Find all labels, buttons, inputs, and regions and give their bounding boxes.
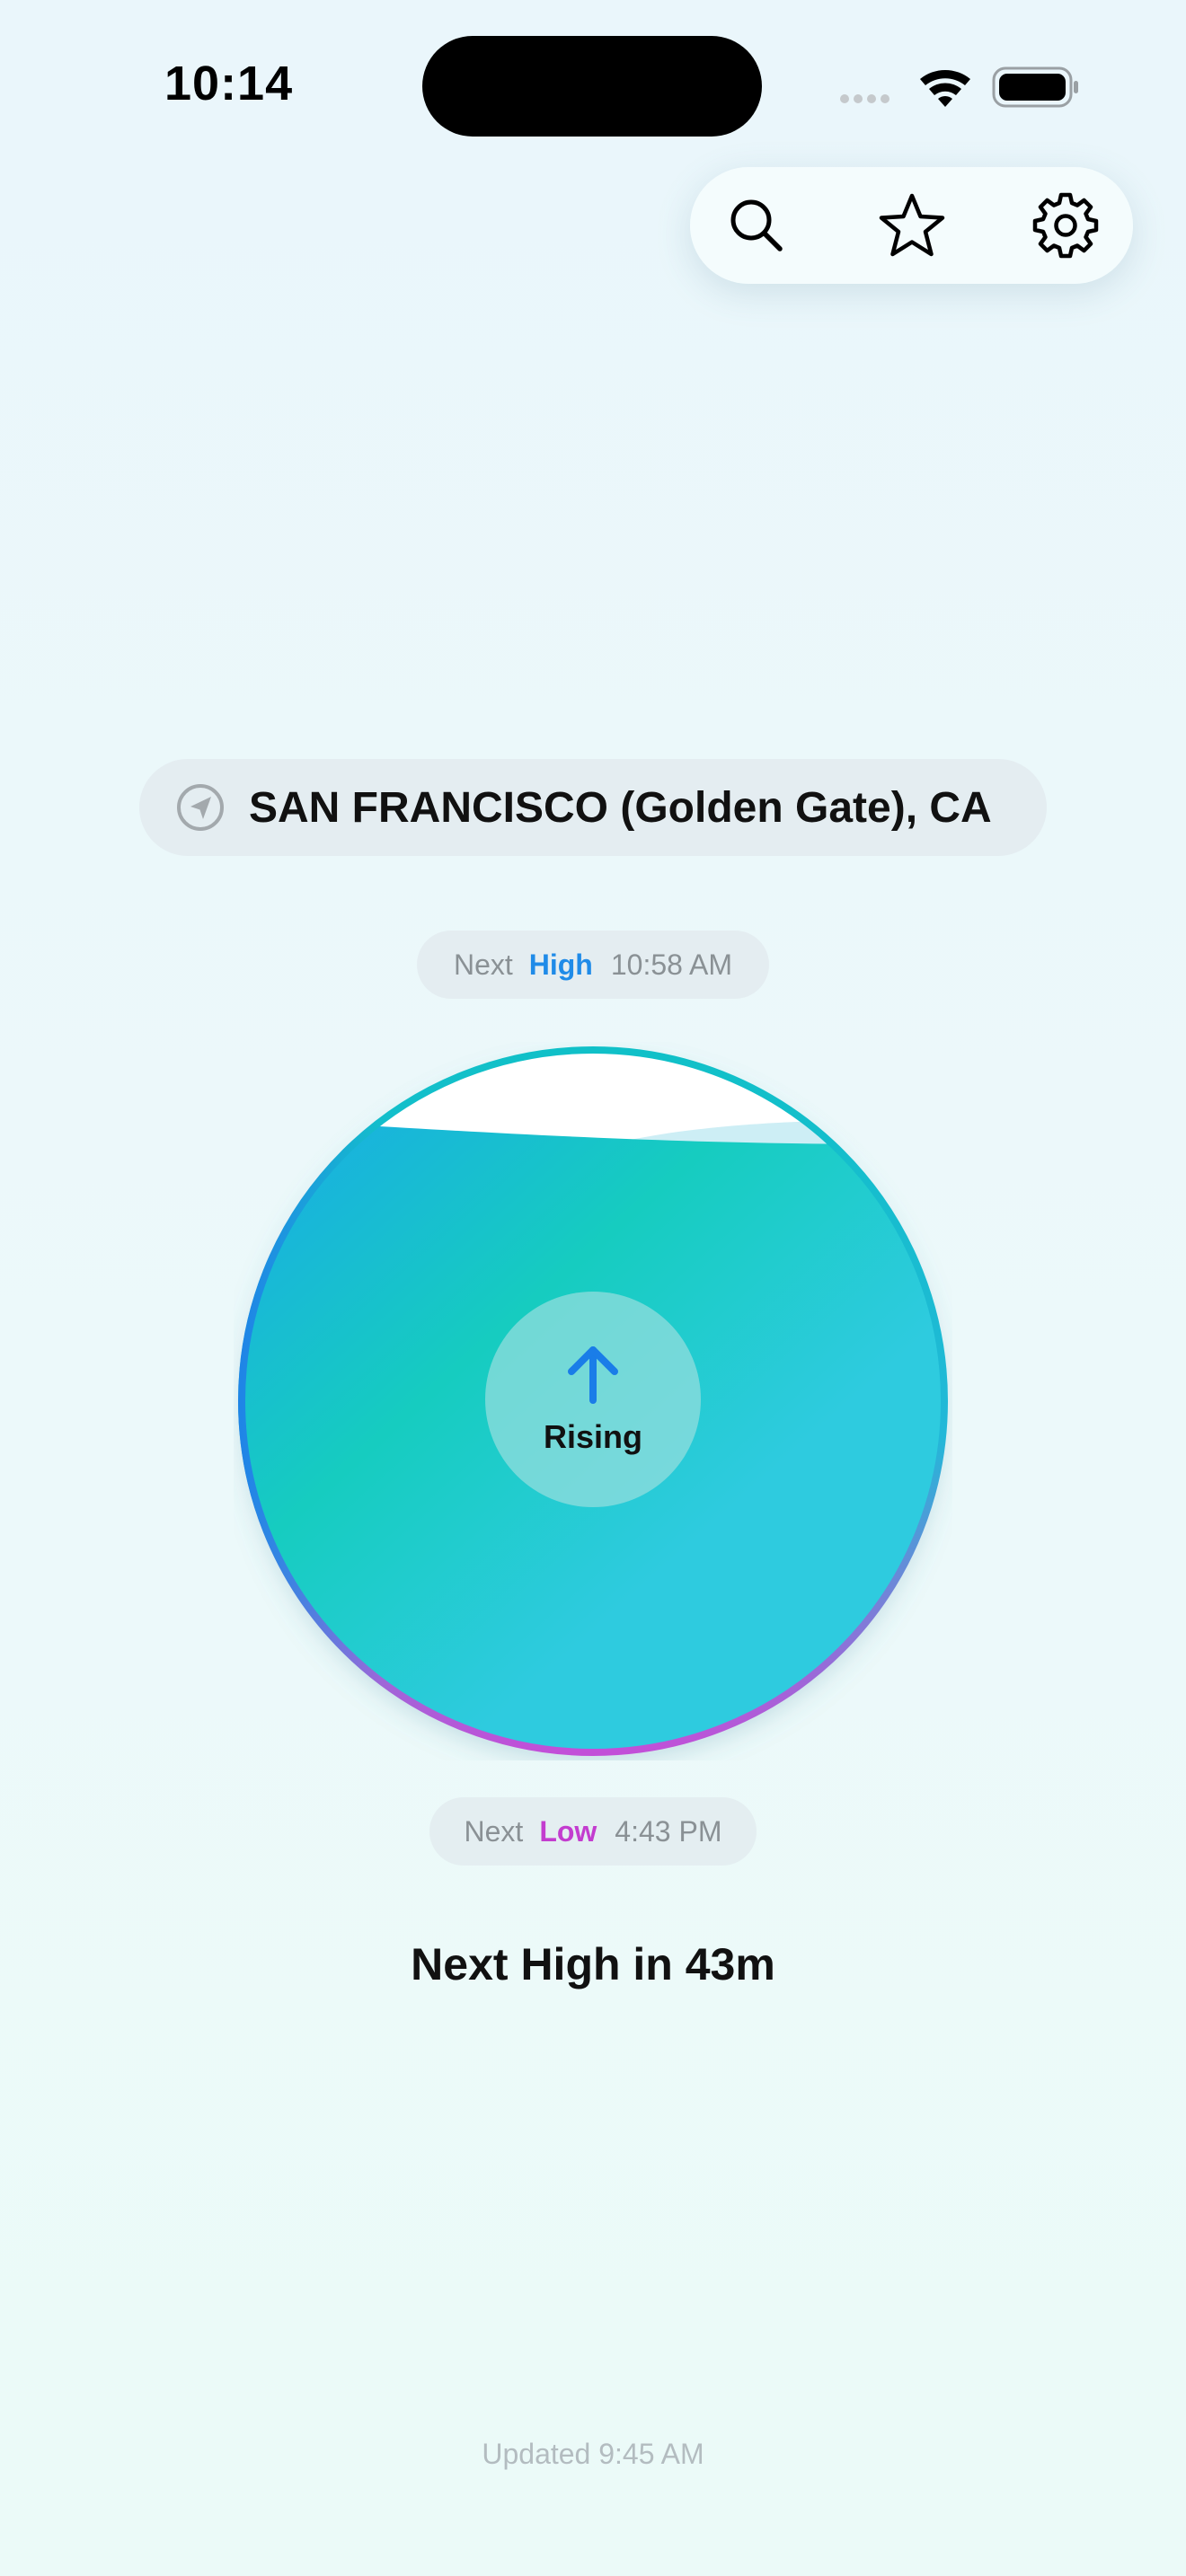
next-high-chip: Next High 10:58 AM	[417, 931, 769, 999]
next-low-chip: Next Low 4:43 PM	[429, 1797, 757, 1866]
search-button[interactable]	[712, 181, 801, 270]
tide-trend-label: Rising	[543, 1418, 642, 1455]
next-low-time: 4:43 PM	[615, 1814, 722, 1848]
status-icons	[836, 59, 1078, 113]
location-arrow-icon	[177, 784, 224, 831]
arrow-up-icon	[568, 1346, 618, 1404]
top-toolbar	[690, 167, 1133, 284]
last-updated: Updated 9:45 AM	[482, 2438, 704, 2470]
next-high-time: 10:58 AM	[610, 948, 733, 981]
status-time: 10:14	[164, 57, 294, 110]
wifi-icon	[920, 69, 970, 107]
tide-trend-badge: Rising	[485, 1292, 701, 1507]
search-icon	[730, 199, 783, 251]
dynamic-island	[422, 36, 762, 137]
star-icon	[879, 193, 945, 257]
next-high-prefix: Next	[453, 948, 513, 981]
settings-button[interactable]	[1021, 181, 1111, 270]
next-low-kind: Low	[539, 1814, 597, 1848]
cellular-dots-icon	[840, 94, 890, 103]
location-selector[interactable]: SAN FRANCISCO (Golden Gate), CA	[139, 759, 1047, 856]
next-high-kind: High	[528, 948, 593, 981]
favorites-button[interactable]	[867, 181, 957, 270]
next-tide-countdown: Next High in 43m	[411, 1939, 775, 1989]
location-label: SAN FRANCISCO (Golden Gate), CA	[249, 783, 992, 832]
next-low-prefix: Next	[464, 1814, 524, 1848]
battery-icon	[992, 66, 1078, 108]
gear-icon	[1032, 192, 1099, 259]
